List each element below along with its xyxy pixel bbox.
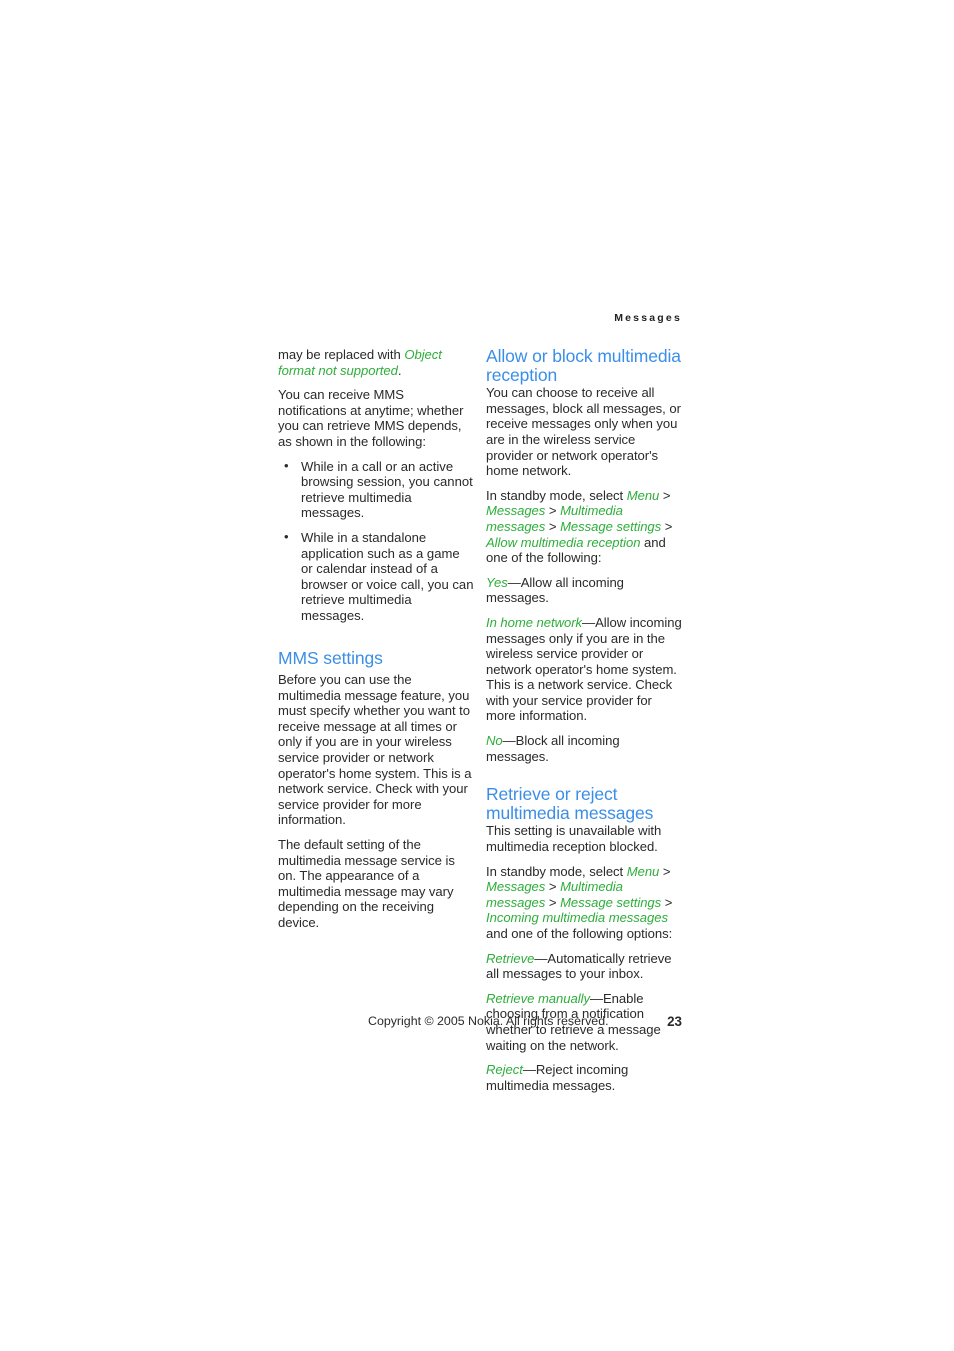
menu-item-menu: Menu <box>626 487 660 503</box>
menu-path-allow-multimedia-reception: In standby mode, select Menu > Messages … <box>486 488 682 566</box>
menu-path-separator: > <box>545 503 561 519</box>
document-page: Messages may be replaced with Object for… <box>0 0 954 1351</box>
menu-path-separator: > <box>661 518 673 534</box>
option-in-home-network: In home network—Allow incoming messages … <box>486 615 682 724</box>
heading-allow-or-block-multimedia-reception: Allow or block multimedia reception <box>486 346 681 385</box>
menu-item-message-settings: Message settings <box>560 518 662 534</box>
menu-path-separator: > <box>545 879 561 895</box>
menu-item-message-settings: Message settings <box>560 894 662 910</box>
paragraph-retrieve-reject-intro: This setting is unavailable with multime… <box>486 823 662 855</box>
option-keyword-no: No <box>486 733 503 749</box>
paragraph-object-format: may be replaced with Object format not s… <box>278 347 474 378</box>
option-no: No—Block all incoming messages. <box>486 733 682 764</box>
menu-path-lead: In standby mode, select <box>486 863 627 879</box>
menu-item-menu: Menu <box>626 863 660 879</box>
option-reject: Reject—Reject incoming multimedia messag… <box>486 1062 682 1093</box>
menu-path-separator: > <box>659 487 671 503</box>
list-item: While in a call or an active browsing se… <box>278 458 474 521</box>
paragraph-allow-block-intro: You can choose to receive all messages, … <box>486 385 681 479</box>
paragraph-text-period: . <box>397 362 402 378</box>
menu-path-incoming-multimedia-messages: In standby mode, select Menu > Messages … <box>486 864 682 942</box>
menu-path-separator: > <box>661 894 673 910</box>
heading-mms-settings: MMS settings <box>278 647 383 668</box>
option-keyword-in-home-network: In home network <box>486 614 583 630</box>
option-keyword-retrieve-manually: Retrieve manually <box>486 990 590 1006</box>
list-item: While in a standalone application such a… <box>278 529 474 624</box>
running-header: Messages <box>614 312 682 324</box>
option-keyword-reject: Reject <box>486 1062 523 1078</box>
option-description: —Allow incoming messages only if you are… <box>486 614 682 724</box>
menu-path-separator: > <box>545 894 561 910</box>
menu-path-separator: > <box>659 863 671 879</box>
paragraph-mms-default-setting: The default setting of the multimedia me… <box>278 837 455 930</box>
option-keyword-yes: Yes <box>486 574 508 590</box>
right-column: Allow or block multimedia reception You … <box>486 347 682 1102</box>
heading-retrieve-or-reject-multimedia-messages: Retrieve or reject multimedia messages <box>486 784 654 823</box>
page-footer: Copyright © 2005 Nokia. All rights reser… <box>278 1014 682 1032</box>
menu-item-messages: Messages <box>486 503 546 519</box>
menu-item-incoming-multimedia-messages: Incoming multimedia messages <box>486 910 668 926</box>
mms-retrieval-bullet-list: While in a call or an active browsing se… <box>278 458 474 624</box>
page-number: 23 <box>667 1014 682 1029</box>
option-keyword-retrieve: Retrieve <box>486 950 535 966</box>
menu-item-messages: Messages <box>486 879 546 895</box>
menu-path-lead: In standby mode, select <box>486 487 627 503</box>
menu-path-separator: > <box>545 518 561 534</box>
menu-item-allow-multimedia-reception: Allow multimedia reception <box>486 534 641 550</box>
paragraph-mms-notifications: You can receive MMS notifications at any… <box>278 387 464 449</box>
paragraph-mms-settings-intro: Before you can use the multimedia messag… <box>278 672 472 828</box>
menu-path-tail: and one of the following options: <box>486 926 673 941</box>
option-description: —Block all incoming messages. <box>486 733 620 764</box>
left-column: may be replaced with Object format not s… <box>278 347 474 940</box>
option-yes: Yes—Allow all incoming messages. <box>486 575 682 606</box>
paragraph-text-lead: may be replaced with <box>278 347 405 362</box>
copyright-notice: Copyright © 2005 Nokia. All rights reser… <box>368 1014 609 1028</box>
option-retrieve: Retrieve—Automatically retrieve all mess… <box>486 951 682 982</box>
